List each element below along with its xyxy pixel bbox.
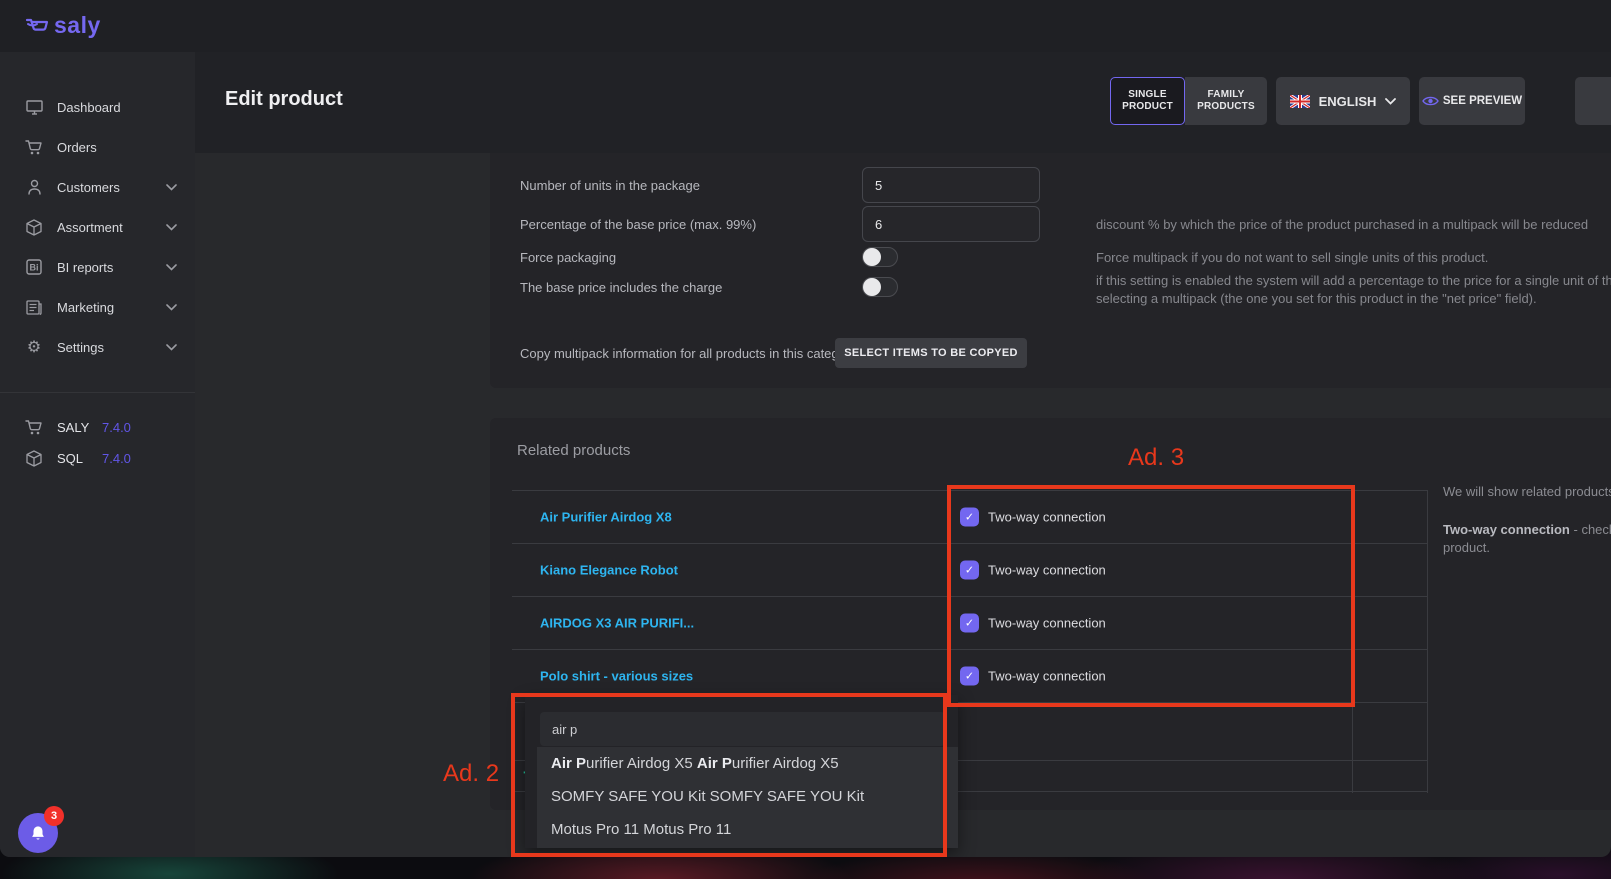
- sidebar-item-assortment[interactable]: Assortment: [0, 207, 195, 247]
- related-hint-line1: We will show related products w: [1443, 484, 1611, 499]
- cube-icon: [24, 217, 44, 237]
- force-packaging-toggle[interactable]: [862, 247, 898, 267]
- top-bar: saly: [0, 0, 1611, 52]
- product-link[interactable]: Air Purifier Airdog X8: [540, 510, 672, 525]
- checkbox-label: Two-way connection: [988, 510, 1106, 525]
- cart-icon: [24, 417, 44, 437]
- see-preview-button[interactable]: SEE PREVIEW: [1419, 77, 1525, 125]
- column-divider: [1427, 490, 1428, 793]
- table-row: Kiano Elegance Robot ✓ Two-way connection: [512, 543, 1428, 596]
- force-packaging-hint: Force multipack if you do not want to se…: [1096, 250, 1488, 265]
- app-window: Enable multipacks for this product Numbe…: [0, 0, 1611, 857]
- units-label: Number of units in the package: [520, 178, 700, 193]
- checkbox-label: Two-way connection: [988, 669, 1106, 684]
- base-price-charge-label: The base price includes the charge: [520, 280, 722, 295]
- related-search-dropdown: Air Purifier Airdog X5 Air Purifier Aird…: [525, 695, 958, 848]
- sidebar-divider: [0, 392, 195, 393]
- chevron-down-icon: [166, 224, 177, 231]
- gear-icon: ⚙: [24, 337, 44, 357]
- cube-icon: [24, 448, 44, 468]
- eye-icon: [1422, 95, 1439, 107]
- annotation-label-ad3: Ad. 3: [1128, 444, 1184, 472]
- desktop-wallpaper: Enable multipacks for this product Numbe…: [0, 0, 1611, 879]
- charge-hint-line1: if this setting is enabled the system wi…: [1096, 273, 1611, 288]
- select-items-button[interactable]: SELECT ITEMS TO BE COPYED: [835, 338, 1027, 368]
- page-header: Edit product SINGLEPRODUCT FAMILYPRODUCT…: [195, 52, 1611, 153]
- sidebar-item-settings[interactable]: ⚙ Settings: [0, 327, 195, 367]
- person-icon: [24, 177, 44, 197]
- saly-version-number: 7.4.0: [102, 420, 131, 435]
- table-row: Air Purifier Airdog X8 ✓ Two-way connecti…: [512, 490, 1428, 543]
- news-icon: [24, 297, 44, 317]
- cart-icon: [24, 137, 44, 157]
- sidebar-item-bi-reports[interactable]: Bi BI reports: [0, 247, 195, 287]
- search-results-panel: Air Purifier Airdog X5 Air Purifier Aird…: [537, 747, 958, 848]
- column-divider: [1352, 490, 1353, 793]
- app-logo[interactable]: saly: [24, 12, 101, 39]
- chevron-down-icon: [1385, 98, 1396, 105]
- two-way-checkbox[interactable]: ✓: [960, 667, 979, 686]
- related-hint-bold: Two-way connection: [1443, 522, 1570, 537]
- saly-cart-icon: [24, 15, 50, 37]
- sidebar-item-marketing[interactable]: Marketing: [0, 287, 195, 327]
- copy-multipack-label: Copy multipack information for all produ…: [520, 346, 857, 361]
- monitor-icon: [24, 97, 44, 117]
- annotation-label-ad2: Ad. 2: [443, 760, 499, 788]
- percent-label: Percentage of the base price (max. 99%): [520, 217, 756, 232]
- related-hint-line2: Two-way connection - checking: [1443, 522, 1611, 537]
- two-way-checkbox[interactable]: ✓: [960, 614, 979, 633]
- sql-version-row: SQL 7.4.0: [0, 445, 195, 471]
- percent-hint: discount % by which the price of the pro…: [1096, 217, 1588, 232]
- percent-input[interactable]: [862, 206, 1040, 242]
- bell-icon: [29, 824, 47, 843]
- table-row: AIRDOG X3 AIR PURIFI... ✓ Two-way connect…: [512, 596, 1428, 649]
- notifications-button[interactable]: 3: [18, 813, 58, 853]
- notification-badge: 3: [44, 806, 64, 826]
- product-link[interactable]: AIRDOG X3 AIR PURIFI...: [540, 616, 694, 631]
- family-products-button[interactable]: FAMILYPRODUCTS: [1185, 77, 1267, 125]
- svg-text:Bi: Bi: [30, 263, 39, 273]
- product-link[interactable]: Polo shirt - various sizes: [540, 669, 693, 684]
- sidebar: Dashboard Orders Customers Assortment Bi…: [0, 52, 195, 857]
- checkbox-label: Two-way connection: [988, 616, 1106, 631]
- chevron-down-icon: [166, 344, 177, 351]
- sidebar-item-dashboard[interactable]: Dashboard: [0, 87, 195, 127]
- product-link[interactable]: Kiano Elegance Robot: [540, 563, 678, 578]
- related-products-title: Related products: [517, 442, 630, 459]
- search-result-option[interactable]: Motus Pro 11 Motus Pro 11: [537, 813, 958, 846]
- two-way-checkbox[interactable]: ✓: [960, 561, 979, 580]
- base-price-charge-toggle[interactable]: [862, 277, 898, 297]
- language-label: ENGLISH: [1319, 94, 1377, 109]
- sql-version-label: SQL: [57, 451, 83, 466]
- search-result-option[interactable]: Air Purifier Airdog X5 Air Purifier Aird…: [537, 747, 958, 780]
- sql-version-number: 7.4.0: [102, 451, 131, 466]
- checkbox-label: Two-way connection: [988, 563, 1106, 578]
- related-search-input[interactable]: [540, 712, 945, 746]
- chevron-down-icon: [166, 264, 177, 271]
- chevron-down-icon: [166, 304, 177, 311]
- related-hint-line3: product.: [1443, 540, 1490, 555]
- units-input[interactable]: [862, 167, 1040, 203]
- logo-text: saly: [54, 12, 101, 39]
- charge-hint-line2: selecting a multipack (the one you set f…: [1096, 291, 1537, 306]
- sidebar-item-orders[interactable]: Orders: [0, 127, 195, 167]
- saly-version-label: SALY: [57, 420, 89, 435]
- force-packaging-label: Force packaging: [520, 250, 616, 265]
- language-button[interactable]: ENGLISH: [1276, 77, 1410, 125]
- multipack-card: Enable multipacks for this product Numbe…: [490, 120, 1611, 388]
- saly-version-row: SALY 7.4.0: [0, 414, 195, 440]
- two-way-checkbox[interactable]: ✓: [960, 508, 979, 527]
- bi-icon: Bi: [24, 257, 44, 277]
- chevron-down-icon: [166, 184, 177, 191]
- sidebar-item-customers[interactable]: Customers: [0, 167, 195, 207]
- page-title: Edit product: [225, 88, 343, 111]
- see-preview-label: SEE PREVIEW: [1443, 95, 1522, 107]
- uk-flag-icon: [1290, 95, 1310, 108]
- single-product-button[interactable]: SINGLEPRODUCT: [1110, 77, 1185, 125]
- search-result-option[interactable]: SOMFY SAFE YOU Kit SOMFY SAFE YOU Kit: [537, 780, 958, 813]
- partial-button[interactable]: [1575, 77, 1611, 125]
